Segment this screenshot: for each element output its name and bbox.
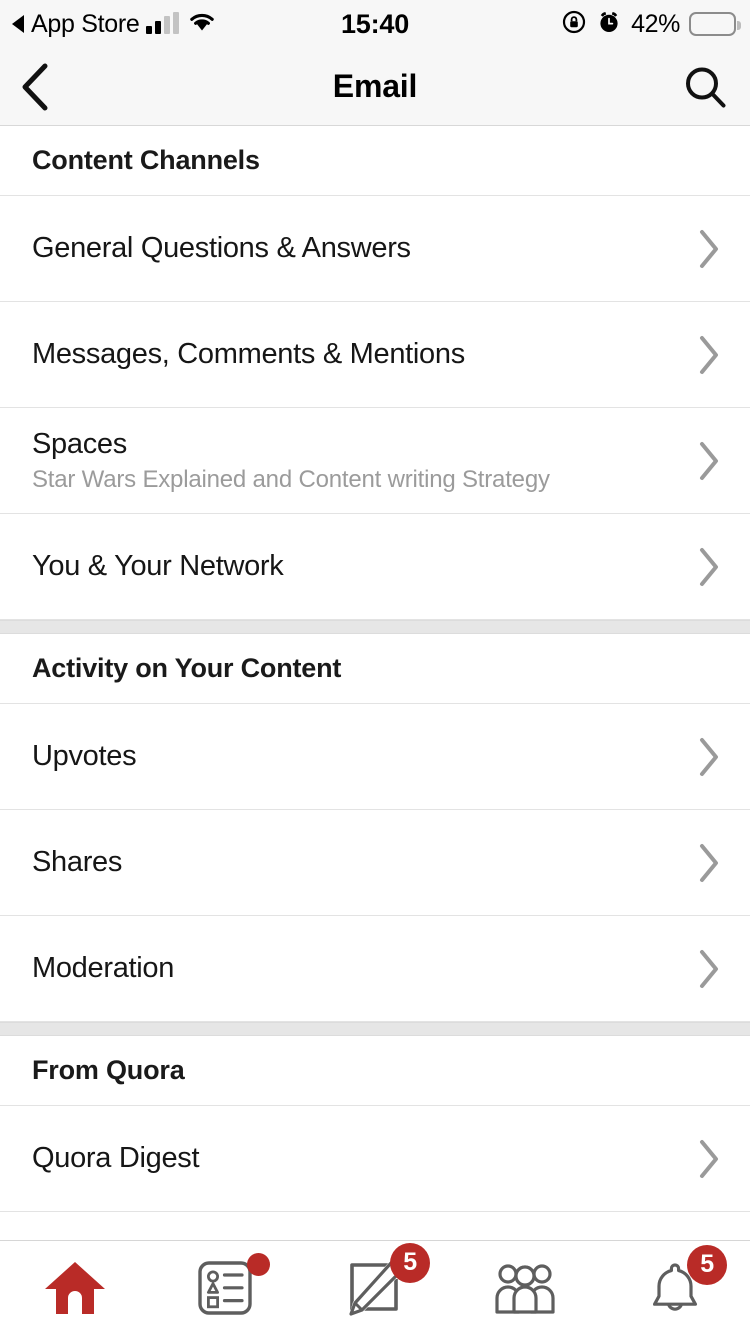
list-row-texts: Quora Digest xyxy=(32,1142,200,1175)
list-row-title: Shares xyxy=(32,846,123,879)
battery-percent-label: 42% xyxy=(631,9,680,38)
list-row-texts: Messages, Comments & Mentions xyxy=(32,338,465,371)
section-header: Activity on Your Content xyxy=(0,634,750,704)
list-row[interactable]: Upvotes xyxy=(0,704,750,810)
list-row-title: Upvotes xyxy=(32,740,137,773)
tab-answer[interactable]: 5 xyxy=(300,1241,450,1334)
chevron-right-icon xyxy=(700,843,718,882)
list-row-title: You & Your Network xyxy=(32,550,284,583)
feed-list-icon xyxy=(198,1260,252,1315)
status-bar-right: 42% xyxy=(561,9,741,40)
list-row-title: Spaces xyxy=(32,428,127,461)
tab-icon-wrap xyxy=(42,1258,108,1318)
tab-icon-wrap: 5 xyxy=(647,1244,727,1317)
chevron-right-icon xyxy=(700,547,718,586)
list-row[interactable]: Messages, Comments & Mentions xyxy=(0,302,750,408)
tab-spaces[interactable] xyxy=(450,1241,600,1334)
list-row-texts: General Questions & Answers xyxy=(32,232,411,265)
tab-notifications[interactable]: 5 xyxy=(600,1241,750,1334)
home-icon xyxy=(45,1261,105,1314)
list-row-texts: Spaces Star Wars Explained and Content wr… xyxy=(32,429,550,492)
notification-count-badge: 5 xyxy=(687,1244,727,1285)
list-row-texts: Moderation xyxy=(32,952,175,985)
chevron-right-icon xyxy=(700,229,718,268)
list-row-title: General Questions & Answers xyxy=(32,232,411,265)
search-icon xyxy=(686,67,726,107)
chevron-right-icon xyxy=(700,737,718,776)
list-row-title: Quora Digest xyxy=(32,1142,200,1175)
section-header: From Quora xyxy=(0,1036,750,1106)
people-group-icon xyxy=(495,1263,555,1314)
chevron-right-icon xyxy=(700,441,718,480)
list-row-title: Moderation xyxy=(32,952,175,985)
list-row[interactable]: General Questions & Answers xyxy=(0,196,750,302)
chevron-right-icon xyxy=(700,335,718,374)
notification-dot-badge xyxy=(247,1252,270,1276)
chevron-left-icon xyxy=(22,63,48,110)
section-divider xyxy=(0,1022,750,1036)
wifi-icon xyxy=(188,11,216,37)
section-divider xyxy=(0,620,750,634)
alarm-clock-icon xyxy=(596,9,622,40)
back-app-label: App Store xyxy=(31,9,140,38)
status-bar: App Store 15:40 42% xyxy=(0,0,750,48)
tab-icon-wrap: 5 xyxy=(344,1242,430,1319)
chevron-right-icon xyxy=(700,1139,718,1178)
triangle-left-icon[interactable] xyxy=(12,15,24,33)
notification-count-badge: 5 xyxy=(390,1242,430,1283)
navigation-bar: Email xyxy=(0,48,750,126)
list-row-texts: Shares xyxy=(32,846,123,879)
tab-home[interactable] xyxy=(0,1241,150,1334)
tab-feed[interactable] xyxy=(150,1241,300,1334)
cellular-signal-icon xyxy=(146,12,180,34)
battery-icon xyxy=(689,12,741,36)
tab-icon-wrap xyxy=(492,1260,558,1316)
list-row[interactable]: Shares xyxy=(0,810,750,916)
tab-icon-wrap xyxy=(196,1252,270,1317)
bottom-tab-bar: 55 xyxy=(0,1240,750,1334)
status-bar-left: App Store xyxy=(12,10,216,39)
list-row-title: Messages, Comments & Mentions xyxy=(32,338,465,371)
list-row[interactable]: Spaces Star Wars Explained and Content wr… xyxy=(0,408,750,514)
rotation-lock-icon xyxy=(561,9,587,40)
list-row-texts: You & Your Network xyxy=(32,550,284,583)
settings-list: Content Channels General Questions & Answ… xyxy=(0,126,750,1212)
chevron-right-icon xyxy=(700,949,718,988)
list-row[interactable]: Moderation xyxy=(0,916,750,1022)
back-button[interactable] xyxy=(18,61,52,113)
list-row[interactable]: You & Your Network xyxy=(0,514,750,620)
list-row-texts: Upvotes xyxy=(32,740,137,773)
list-row-subtitle: Star Wars Explained and Content writing … xyxy=(32,465,550,493)
section-header: Content Channels xyxy=(0,126,750,196)
search-button[interactable] xyxy=(682,64,728,110)
list-row[interactable]: Quora Digest xyxy=(0,1106,750,1212)
app-screen: App Store 15:40 42% Email Content Channe… xyxy=(0,0,750,1334)
page-title: Email xyxy=(332,68,418,104)
